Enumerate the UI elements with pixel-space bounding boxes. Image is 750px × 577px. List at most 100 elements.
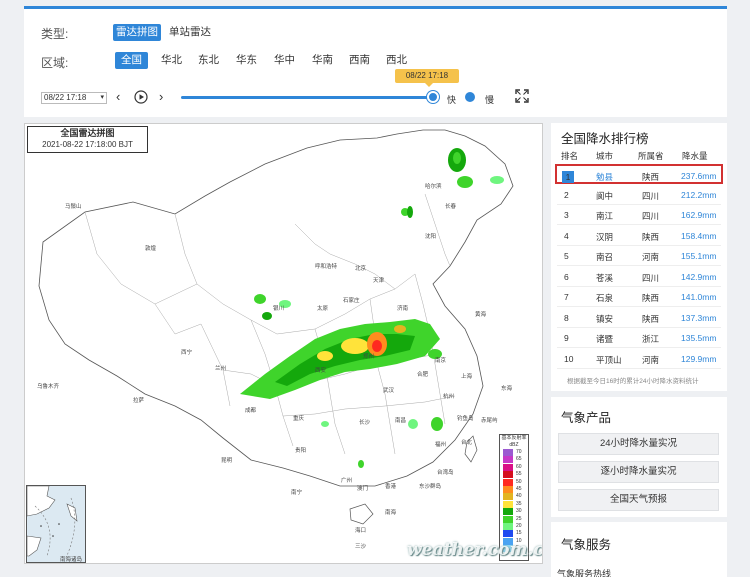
ranking-amount: 158.4mm — [681, 230, 717, 241]
map-place-label: 上海 — [461, 374, 473, 380]
ranking-row[interactable]: 3 南江 四川 162.9mm — [557, 205, 721, 225]
china-map-outline — [38, 129, 514, 525]
ranking-city[interactable]: 诸暨 — [596, 333, 613, 345]
previous-frame-icon[interactable]: ‹ — [116, 90, 120, 103]
map-place-label: 三沙 — [355, 544, 367, 550]
service-hotline-link[interactable]: 气象服务热线 — [557, 567, 611, 577]
ranking-header-city: 城市 — [596, 151, 614, 161]
ranking-row[interactable]: 6 苍溪 四川 142.9mm — [557, 267, 721, 287]
ranking-city[interactable]: 平顶山 — [596, 354, 622, 366]
ranking-rank: 6 — [564, 271, 569, 282]
map-place-label: 拉萨 — [133, 398, 145, 404]
radar-map[interactable]: 全国雷达拼图 2021-08-22 17:18:00 BJT 乌鲁木齐 哈尔滨 长春… — [24, 123, 543, 564]
ranking-row[interactable]: 10 平顶山 河南 129.9mm — [557, 349, 721, 369]
type-label: 类型: — [41, 27, 69, 41]
products-title: 气象产品 — [561, 411, 612, 425]
legend-value: 60 — [516, 463, 522, 470]
type-single-station-button[interactable]: 单站雷达 — [166, 24, 214, 41]
precipitation-ranking-panel: 全国降水排行榜 排名 城市 所属省 降水量 1 勉县 陕西 237.6mm 2 阆中 四川 2… — [551, 123, 727, 391]
time-slider-track[interactable] — [181, 96, 434, 99]
region-tab-northeast[interactable]: 东北 — [195, 52, 222, 69]
map-place-label: 南宁 — [291, 490, 303, 496]
map-title: 全国雷达拼图 — [60, 128, 115, 138]
ranking-amount: 135.5mm — [681, 333, 717, 343]
region-tab-southwest[interactable]: 西南 — [346, 52, 373, 69]
ranking-city[interactable]: 南江 — [596, 210, 613, 222]
ranking-amount: 237.6mm — [681, 171, 717, 181]
ranking-row[interactable]: 5 南召 河南 155.1mm — [557, 246, 721, 266]
fullscreen-icon[interactable] — [515, 89, 529, 103]
ranking-province: 河南 — [642, 354, 660, 365]
map-place-label: 石家庄 — [343, 298, 360, 304]
map-place-label: 杭州 — [443, 394, 455, 400]
ranking-rank: 8 — [564, 312, 569, 323]
map-place-label: 东沙群岛 — [419, 484, 442, 490]
ranking-rank: 9 — [564, 333, 569, 343]
speed-slow-label[interactable]: 慢 — [485, 93, 494, 106]
legend-swatch — [503, 456, 513, 464]
map-place-label: 武汉 — [383, 388, 395, 394]
region-tab-national[interactable]: 全国 — [115, 52, 148, 69]
region-tab-east[interactable]: 华东 — [233, 52, 260, 69]
product-hourly-precip-button[interactable]: 逐小时降水量实况 — [558, 461, 719, 483]
map-place-label: 澳门 — [357, 486, 369, 492]
legend-swatch — [503, 508, 513, 516]
next-frame-icon[interactable]: › — [159, 90, 163, 103]
ranking-city[interactable]: 石泉 — [596, 292, 613, 304]
map-place-label: 乌鲁木齐 — [37, 384, 60, 390]
ranking-province: 四川 — [642, 211, 660, 221]
time-select-value: 08/22 17:18 — [44, 93, 87, 102]
ranking-row[interactable]: 9 诸暨 浙江 135.5mm — [557, 328, 721, 348]
legend-entry: 70 — [503, 449, 528, 456]
region-label: 区域: — [41, 56, 69, 70]
ranking-row[interactable]: 1 勉县 陕西 237.6mm — [555, 164, 723, 184]
ranking-amount: 137.3mm — [681, 312, 717, 323]
map-place-label: 钓鱼岛 — [457, 416, 474, 422]
legend-value: 15 — [516, 530, 522, 537]
time-select[interactable]: 08/22 17:18 ▾ — [41, 92, 107, 104]
ranking-amount: 212.2mm — [681, 189, 717, 200]
legend-title: 基本反射率 — [501, 435, 527, 441]
region-tab-central[interactable]: 华中 — [271, 52, 298, 69]
map-timestamp: 2021-08-22 17:18:00 BJT — [42, 140, 133, 149]
ranking-city[interactable]: 阆中 — [596, 190, 613, 202]
ranking-row[interactable]: 4 汉阴 陕西 158.4mm — [557, 226, 721, 246]
legend-swatch — [503, 530, 513, 538]
map-place-label: 敦煌 — [145, 246, 157, 252]
speed-selector-icon[interactable] — [465, 92, 475, 102]
map-place-label: 重庆 — [293, 416, 305, 422]
map-place-label: 合肥 — [417, 372, 429, 378]
time-slider-handle[interactable] — [427, 91, 439, 103]
map-place-label: 贵阳 — [295, 448, 307, 454]
region-tab-south[interactable]: 华南 — [309, 52, 336, 69]
ranking-row[interactable]: 7 石泉 陕西 141.0mm — [557, 287, 721, 307]
region-tab-northwest[interactable]: 西北 — [383, 52, 410, 69]
map-place-label: 哈尔滨 — [425, 184, 442, 190]
legend-value: 30 — [516, 508, 522, 515]
weather-products-panel: 气象产品 24小时降水量实况 逐小时降水量实况 全国天气预报 — [551, 397, 727, 517]
radar-controls-panel: 类型: 雷达拼图 单站雷达 区域: 全国 华北 东北 华东 华中 华南 西南 西… — [24, 9, 727, 117]
ranking-amount: 155.1mm — [681, 251, 717, 261]
ranking-province: 陕西 — [642, 293, 660, 303]
ranking-city[interactable]: 镇安 — [596, 313, 613, 325]
speed-fast-label[interactable]: 快 — [447, 93, 456, 106]
map-place-label: 昆明 — [221, 458, 233, 464]
map-place-label: 银川 — [273, 306, 285, 312]
ranking-city[interactable]: 汉阴 — [596, 231, 613, 243]
type-radar-mosaic-button[interactable]: 雷达拼图 — [113, 24, 161, 41]
ranking-header-rank: 排名 — [561, 151, 579, 161]
ranking-city[interactable]: 南召 — [596, 251, 613, 263]
map-title-box: 全国雷达拼图 2021-08-22 17:18:00 BJT — [27, 126, 148, 153]
ranking-row[interactable]: 8 镇安 陕西 137.3mm — [557, 308, 721, 328]
region-tab-north[interactable]: 华北 — [158, 52, 185, 69]
ranking-city[interactable]: 勉县 — [596, 171, 613, 183]
ranking-city[interactable]: 苍溪 — [596, 272, 613, 284]
play-icon[interactable] — [134, 90, 148, 104]
map-place-label: 北京 — [355, 266, 367, 272]
product-24h-precip-button[interactable]: 24小时降水量实况 — [558, 433, 719, 455]
legend-entry: 15 — [503, 530, 528, 538]
ranking-row[interactable]: 2 阆中 四川 212.2mm — [557, 185, 721, 205]
map-place-label: 西宁 — [181, 350, 193, 356]
product-national-forecast-button[interactable]: 全国天气预报 — [558, 489, 719, 511]
legend-swatch — [503, 493, 513, 501]
